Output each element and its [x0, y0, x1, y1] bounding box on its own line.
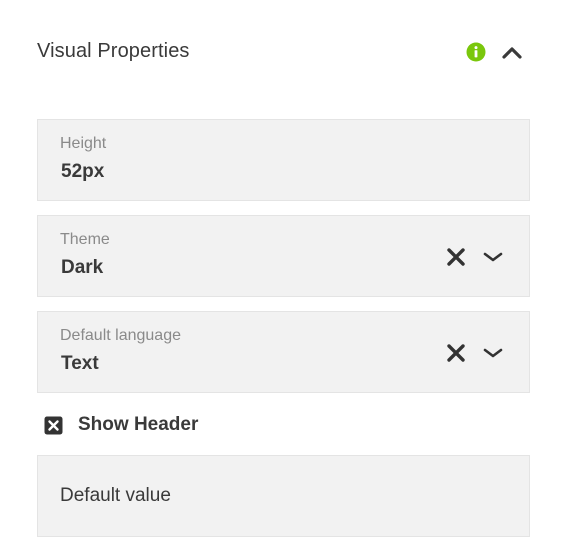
height-field[interactable]: Height 52px — [37, 119, 530, 201]
theme-select[interactable]: Theme Dark — [37, 215, 530, 297]
checkbox-checked-icon[interactable] — [44, 416, 63, 435]
default-value-placeholder[interactable]: Default value — [60, 485, 171, 507]
show-header-label: Show Header — [78, 414, 199, 435]
chevron-up-icon[interactable] — [500, 44, 524, 62]
info-icon[interactable] — [466, 42, 486, 62]
visual-properties-header: Visual Properties — [37, 32, 531, 72]
chevron-down-icon[interactable] — [482, 346, 504, 360]
panel-title: Visual Properties — [37, 40, 190, 62]
default-language-value[interactable]: Text — [61, 353, 99, 375]
show-header-checkbox-row[interactable]: Show Header — [44, 413, 344, 439]
theme-label: Theme — [60, 231, 110, 248]
height-label: Height — [60, 135, 107, 152]
default-language-label: Default language — [60, 327, 181, 344]
default-value-field[interactable]: Default value — [37, 455, 530, 537]
close-icon[interactable] — [446, 343, 466, 363]
height-value[interactable]: 52px — [61, 161, 104, 183]
chevron-down-icon[interactable] — [482, 250, 504, 264]
default-language-select[interactable]: Default language Text — [37, 311, 530, 393]
close-icon[interactable] — [446, 247, 466, 267]
theme-value[interactable]: Dark — [61, 257, 103, 279]
